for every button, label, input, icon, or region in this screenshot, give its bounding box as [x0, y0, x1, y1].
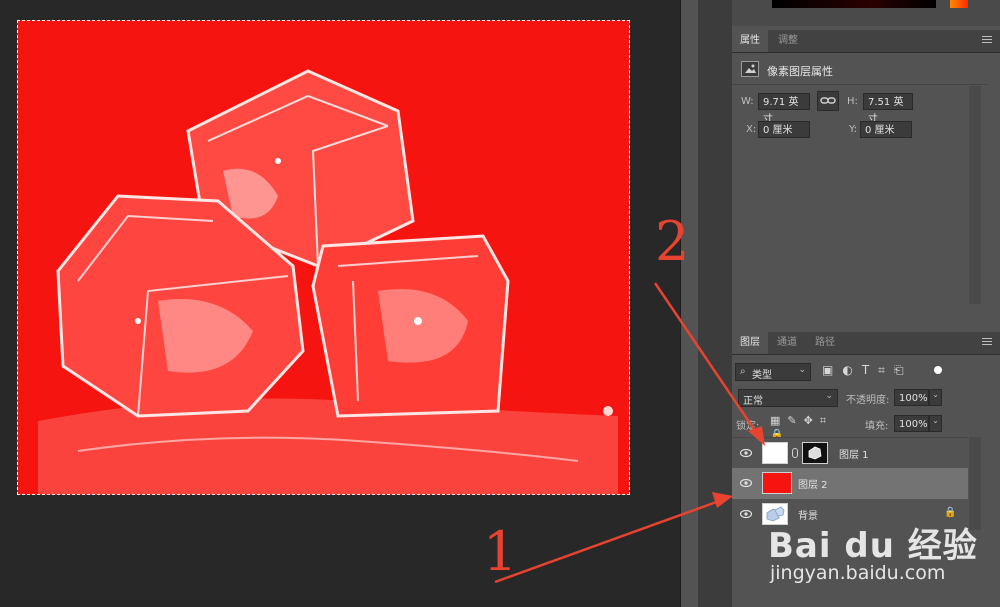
baidu-jingyan-watermark-logo: Bai du 经验 — [768, 526, 978, 566]
baidu-jingyan-watermark-url: jingyan.baidu.com — [770, 562, 946, 584]
annotation-arrows — [494, 282, 765, 584]
annotation-label-2: 2 — [655, 210, 690, 273]
annotation-label-1: 1 — [483, 520, 518, 583]
